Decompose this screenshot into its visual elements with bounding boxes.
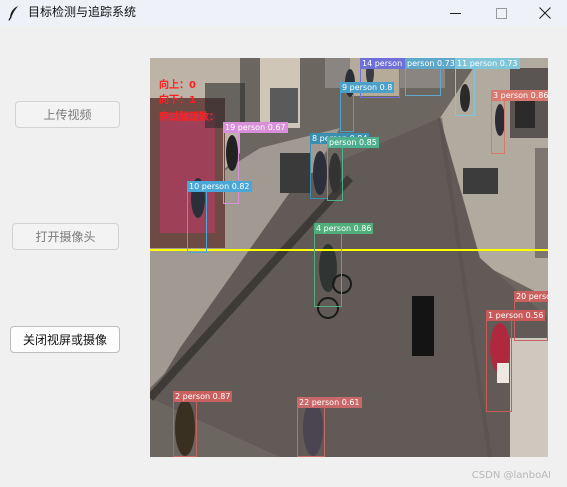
window-title: 目标检测与追踪系统	[28, 5, 137, 19]
upload-video-button[interactable]: 上传视频	[15, 101, 120, 128]
maximize-button[interactable]	[478, 0, 524, 26]
detection-box: 19 person 0.67	[223, 122, 288, 204]
minimize-button[interactable]	[432, 0, 478, 26]
detection-label: 3 person 0.86	[491, 90, 548, 101]
detection-label: 9 person 0.8	[340, 82, 395, 93]
watermark: CSDN @lanboAI	[471, 470, 551, 481]
detection-box: person 0.73	[405, 58, 457, 96]
count-notice: 穿过隧道数：	[159, 112, 219, 123]
maximize-icon	[495, 7, 507, 19]
detection-box: 20 person	[514, 291, 548, 341]
detection-box: 1 person 0.56	[486, 310, 546, 412]
detection-box: 22 person 0.61	[297, 397, 362, 457]
detection-box: 10 person 0.82	[187, 181, 252, 253]
minimize-icon	[449, 12, 461, 14]
open-camera-button[interactable]: 打开摄像头	[12, 223, 119, 250]
count-down: 向下：1	[159, 95, 196, 106]
detection-box: 11 person 0.73	[455, 58, 520, 116]
detection-box: 3 person 0.86	[491, 90, 548, 154]
detection-label: person 0.85	[327, 137, 379, 148]
detection-box: 4 person 0.86	[314, 223, 374, 307]
detection-label: 22 person 0.61	[297, 397, 362, 408]
detection-box: 8 person 0.84	[310, 133, 370, 199]
close-button[interactable]	[522, 0, 567, 26]
detection-box: person 0.85	[327, 137, 379, 201]
detection-box: 9 person 0.8	[340, 82, 395, 132]
detection-label: 19 person 0.67	[223, 122, 288, 133]
detection-box: 2 person 0.87	[173, 391, 233, 457]
close-icon	[539, 7, 551, 19]
detection-label: person 0.73	[405, 58, 457, 69]
detection-label: 11 person 0.73	[455, 58, 520, 69]
video-display: 向上：0 向下：1 穿过隧道数： 14 person 0.68 person 0…	[150, 58, 548, 457]
detection-label: 4 person 0.86	[314, 223, 374, 234]
detection-label: 10 person 0.82	[187, 181, 252, 192]
feather-icon	[8, 6, 18, 21]
close-video-camera-button[interactable]: 关闭视屏或摄像	[10, 326, 120, 353]
title-bar: 目标检测与追踪系统	[0, 0, 567, 26]
count-up: 向上：0	[159, 80, 196, 91]
detection-label: 1 person 0.56	[486, 310, 546, 321]
detection-label: 2 person 0.87	[173, 391, 233, 402]
detection-label: 20 person	[514, 291, 548, 302]
